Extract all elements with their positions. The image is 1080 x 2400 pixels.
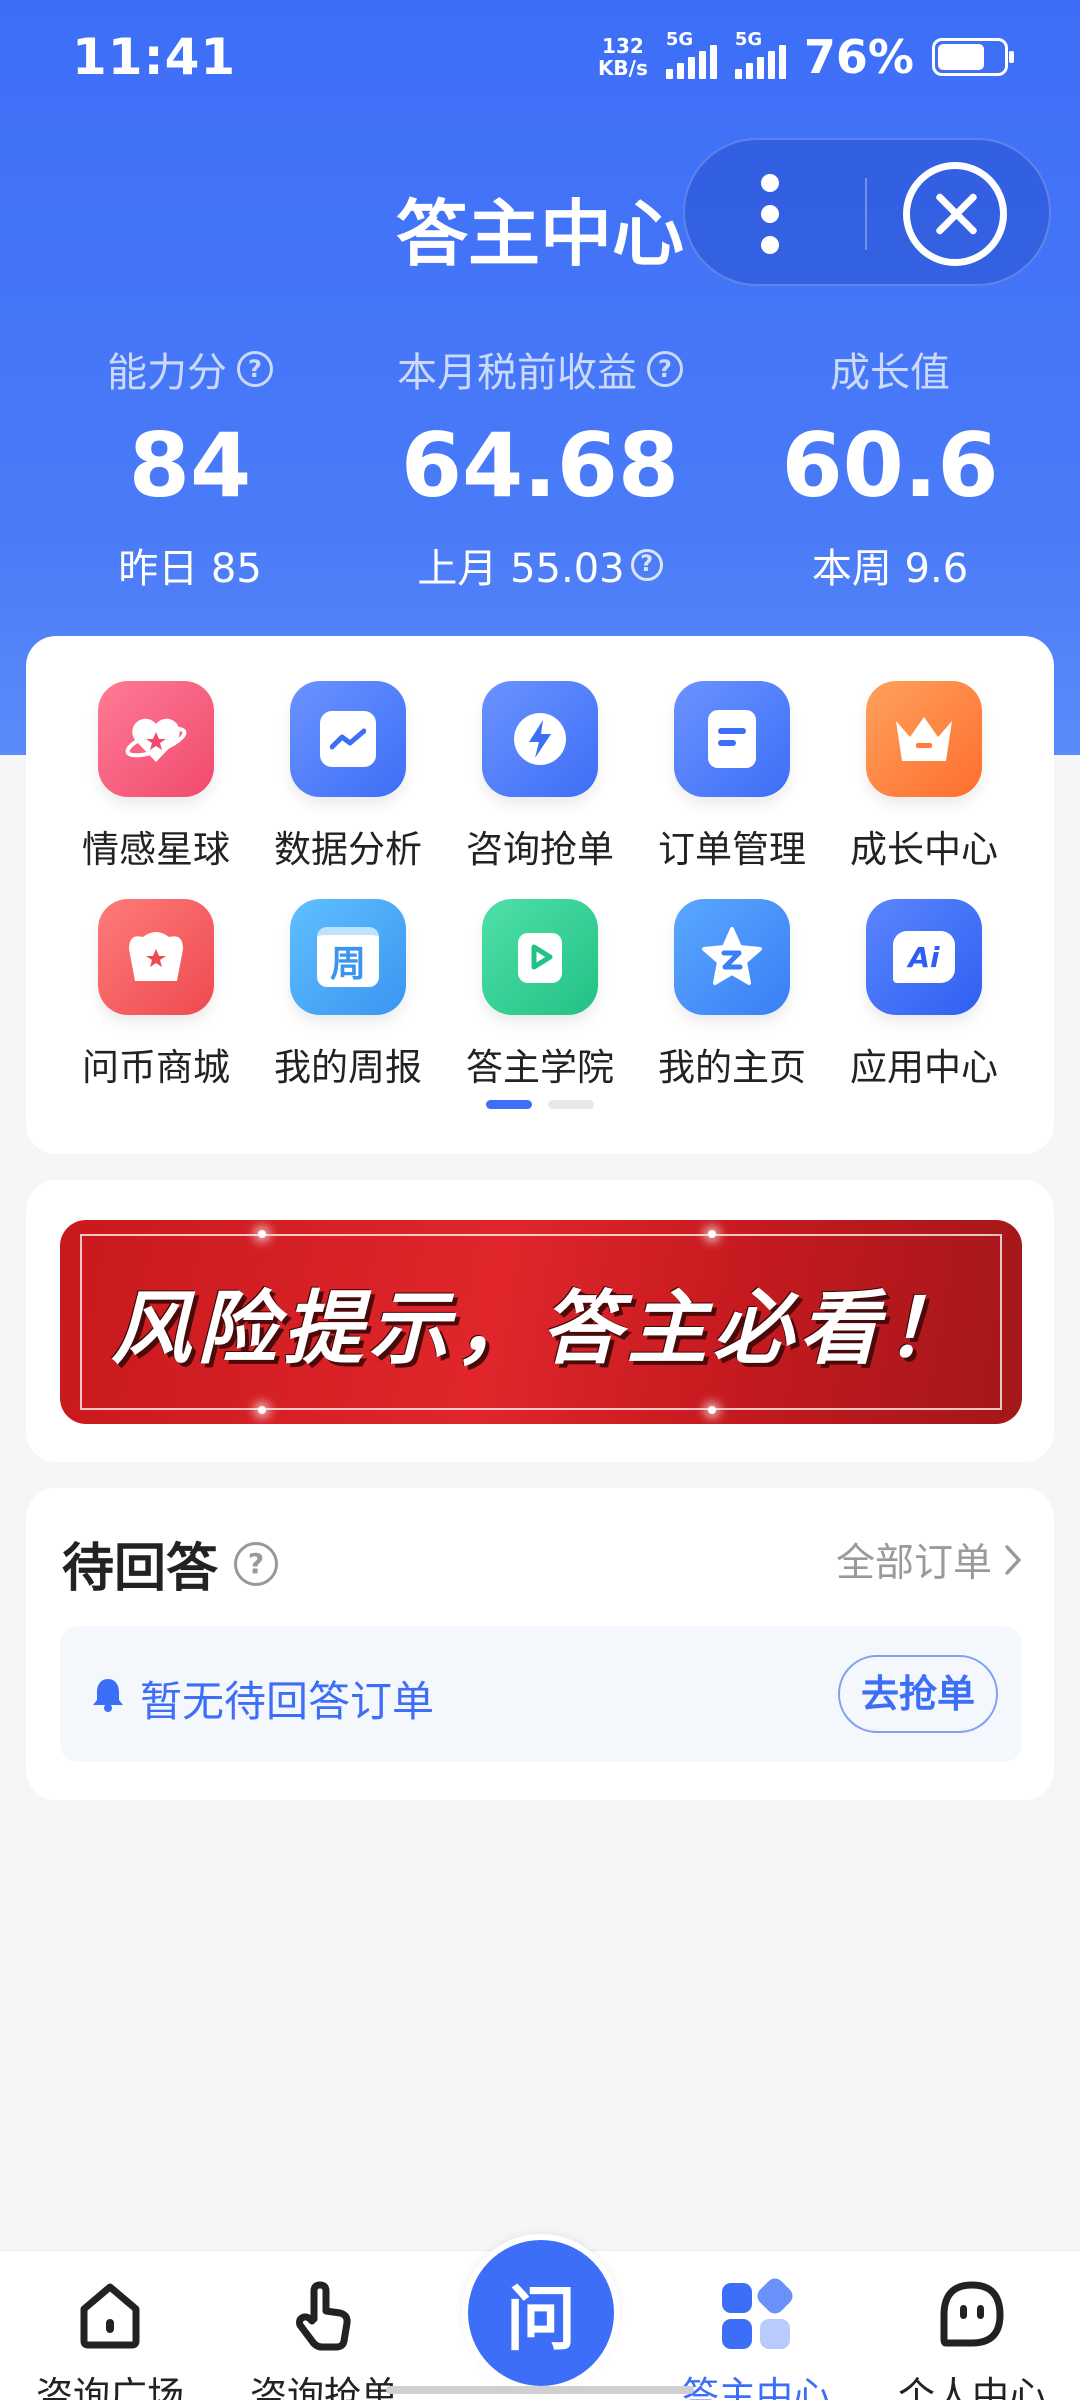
network-speed-unit: KB/s bbox=[597, 56, 648, 80]
crown-icon bbox=[866, 681, 982, 797]
pending-answers-card: 待回答? 全部订单 暂无待回答订单 去抢单 bbox=[26, 1488, 1054, 1800]
page-dot bbox=[548, 1100, 594, 1109]
data-chart-icon bbox=[290, 681, 406, 797]
tab-label: 答主中心 bbox=[682, 2374, 830, 2400]
grid-item-label: 咨询抢单 bbox=[466, 828, 614, 871]
chevron-right-icon bbox=[1005, 1545, 1021, 1575]
mini-program-capsule bbox=[683, 138, 1051, 286]
emotion-planet-icon bbox=[98, 681, 214, 797]
signal-icon: 5G bbox=[734, 29, 786, 79]
help-icon[interactable]: ? bbox=[237, 351, 273, 387]
grid-item-weekly-report[interactable]: 周 我的周报 bbox=[252, 899, 444, 1091]
help-icon[interactable]: ? bbox=[630, 549, 663, 581]
stat-value: 64.68 bbox=[400, 414, 680, 517]
grid-item-label: 应用中心 bbox=[850, 1046, 998, 1089]
stat-sub: 上月 55.03? bbox=[360, 536, 720, 594]
sim1-tag: 5G bbox=[665, 29, 694, 50]
stat-value: 84 bbox=[128, 414, 252, 517]
tab-label: 咨询广场 bbox=[36, 2374, 184, 2400]
grid-item-growth-center[interactable]: 成长中心 bbox=[828, 681, 1020, 873]
stat-ability-score[interactable]: 能力分? 84 昨日 85 bbox=[40, 340, 340, 594]
empty-message: 暂无待回答订单 bbox=[140, 1677, 435, 1726]
grid-item-label: 情感星球 bbox=[82, 828, 230, 871]
close-icon[interactable] bbox=[903, 162, 1007, 266]
risk-warning-banner[interactable]: 风险提示，答主必看！ bbox=[60, 1220, 1022, 1424]
grid-item-app-center[interactable]: Ai 应用中心 bbox=[828, 899, 1020, 1091]
stat-growth-value[interactable]: 成长值 60.6 本周 9.6 bbox=[740, 340, 1040, 594]
grid-item-my-homepage[interactable]: 我的主页 bbox=[636, 899, 828, 1091]
grid-item-answerer-academy[interactable]: 答主学院 bbox=[444, 899, 636, 1091]
grid-item-label: 我的主页 bbox=[658, 1046, 806, 1089]
tap-hand-icon bbox=[284, 2275, 364, 2355]
smiley-face-icon bbox=[932, 2275, 1012, 2355]
network-speed: 132 KB/s bbox=[598, 35, 648, 79]
tab-consult-grab[interactable]: 咨询抢单 bbox=[224, 2275, 424, 2400]
grid-item-label: 问币商城 bbox=[82, 1046, 230, 1089]
more-icon[interactable] bbox=[740, 168, 800, 260]
page-dot-active bbox=[486, 1100, 532, 1109]
tab-label: 个人中心 bbox=[898, 2374, 1046, 2400]
stat-label: 成长值 bbox=[830, 350, 950, 396]
tab-answerer-center[interactable]: 答主中心 bbox=[656, 2275, 856, 2400]
tab-consult-plaza[interactable]: 咨询广场 bbox=[10, 2275, 210, 2400]
section-title: 待回答? bbox=[62, 1526, 279, 1601]
tab-label: 咨询抢单 bbox=[250, 2374, 398, 2400]
all-orders-link[interactable]: 全部订单 bbox=[836, 1532, 1024, 1588]
bell-icon bbox=[93, 1679, 123, 1712]
grid-item-label: 答主学院 bbox=[466, 1046, 614, 1089]
network-speed-value: 132 bbox=[602, 34, 644, 58]
stat-monthly-income[interactable]: 本月税前收益? 64.68 上月 55.03? bbox=[360, 340, 720, 594]
stats-panel: 能力分? 84 昨日 85 本月税前收益? 64.68 上月 55.03? 成长… bbox=[0, 340, 1080, 600]
grid-item-consult-grab[interactable]: 咨询抢单 bbox=[444, 681, 636, 873]
banner-text: 风险提示，答主必看！ bbox=[111, 1282, 971, 1375]
lightning-icon bbox=[482, 681, 598, 797]
battery-percent: 76% bbox=[803, 30, 914, 84]
grid-item-data-analysis[interactable]: 数据分析 bbox=[252, 681, 444, 873]
grid-item-label: 我的周报 bbox=[274, 1046, 422, 1089]
signal-icon: 5G bbox=[665, 29, 717, 79]
ask-center-button[interactable]: 问 bbox=[462, 2234, 620, 2392]
status-time: 11:41 bbox=[72, 28, 237, 86]
stat-sub: 昨日 85 bbox=[118, 546, 262, 592]
home-icon bbox=[70, 2275, 150, 2355]
grid-item-label: 订单管理 bbox=[658, 828, 806, 871]
battery-icon bbox=[932, 38, 1014, 76]
star-icon bbox=[674, 899, 790, 1015]
tab-personal-center[interactable]: 个人中心 bbox=[872, 2275, 1072, 2400]
empty-state: 暂无待回答订单 去抢单 bbox=[60, 1626, 1022, 1762]
stat-label: 能力分? bbox=[40, 340, 340, 398]
grid-item-coin-shop[interactable]: 问币商城 bbox=[60, 899, 252, 1091]
calendar-icon: 周 bbox=[290, 899, 406, 1015]
document-icon bbox=[674, 681, 790, 797]
help-icon[interactable]: ? bbox=[647, 351, 683, 387]
shop-icon bbox=[98, 899, 214, 1015]
home-indicator[interactable] bbox=[386, 2386, 694, 2394]
capsule-divider bbox=[865, 178, 867, 250]
grid-item-label: 数据分析 bbox=[274, 828, 422, 871]
grid-item-label: 成长中心 bbox=[850, 828, 998, 871]
grid-item-emotion-planet[interactable]: 情感星球 bbox=[60, 681, 252, 873]
play-book-icon bbox=[482, 899, 598, 1015]
grab-order-button[interactable]: 去抢单 bbox=[838, 1655, 998, 1733]
help-icon[interactable]: ? bbox=[234, 1541, 279, 1586]
stat-sub: 本周 9.6 bbox=[811, 546, 969, 592]
page-indicator bbox=[26, 1100, 1054, 1109]
feature-grid-card: 情感星球 数据分析 咨询抢单 订单管理 成长中心 问币商城 周 我的周报 答主学… bbox=[26, 636, 1054, 1154]
banner-card: 风险提示，答主必看！ bbox=[26, 1180, 1054, 1462]
status-indicators: 132 KB/s 5G 5G 76% bbox=[598, 29, 1014, 84]
stat-label: 本月税前收益? bbox=[360, 340, 720, 398]
status-bar: 11:41 132 KB/s 5G 5G 76% bbox=[0, 0, 1080, 110]
grid-item-order-management[interactable]: 订单管理 bbox=[636, 681, 828, 873]
stat-value: 60.6 bbox=[781, 414, 999, 517]
ai-chat-icon: Ai bbox=[866, 899, 982, 1015]
grid-apps-icon bbox=[716, 2275, 796, 2355]
sim2-tag: 5G bbox=[734, 29, 763, 50]
